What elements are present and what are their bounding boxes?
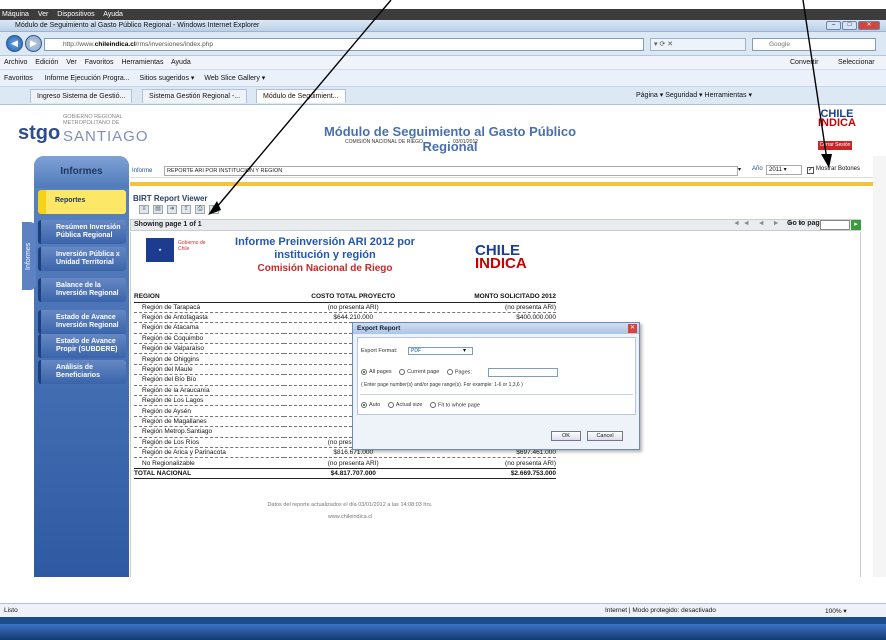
arrowhead-export <box>208 201 221 215</box>
arrowhead-buttons <box>821 154 832 168</box>
annotation-arrow-export <box>215 0 392 209</box>
annotation-arrows <box>208 0 832 215</box>
annotation-arrow-buttons <box>802 0 828 161</box>
